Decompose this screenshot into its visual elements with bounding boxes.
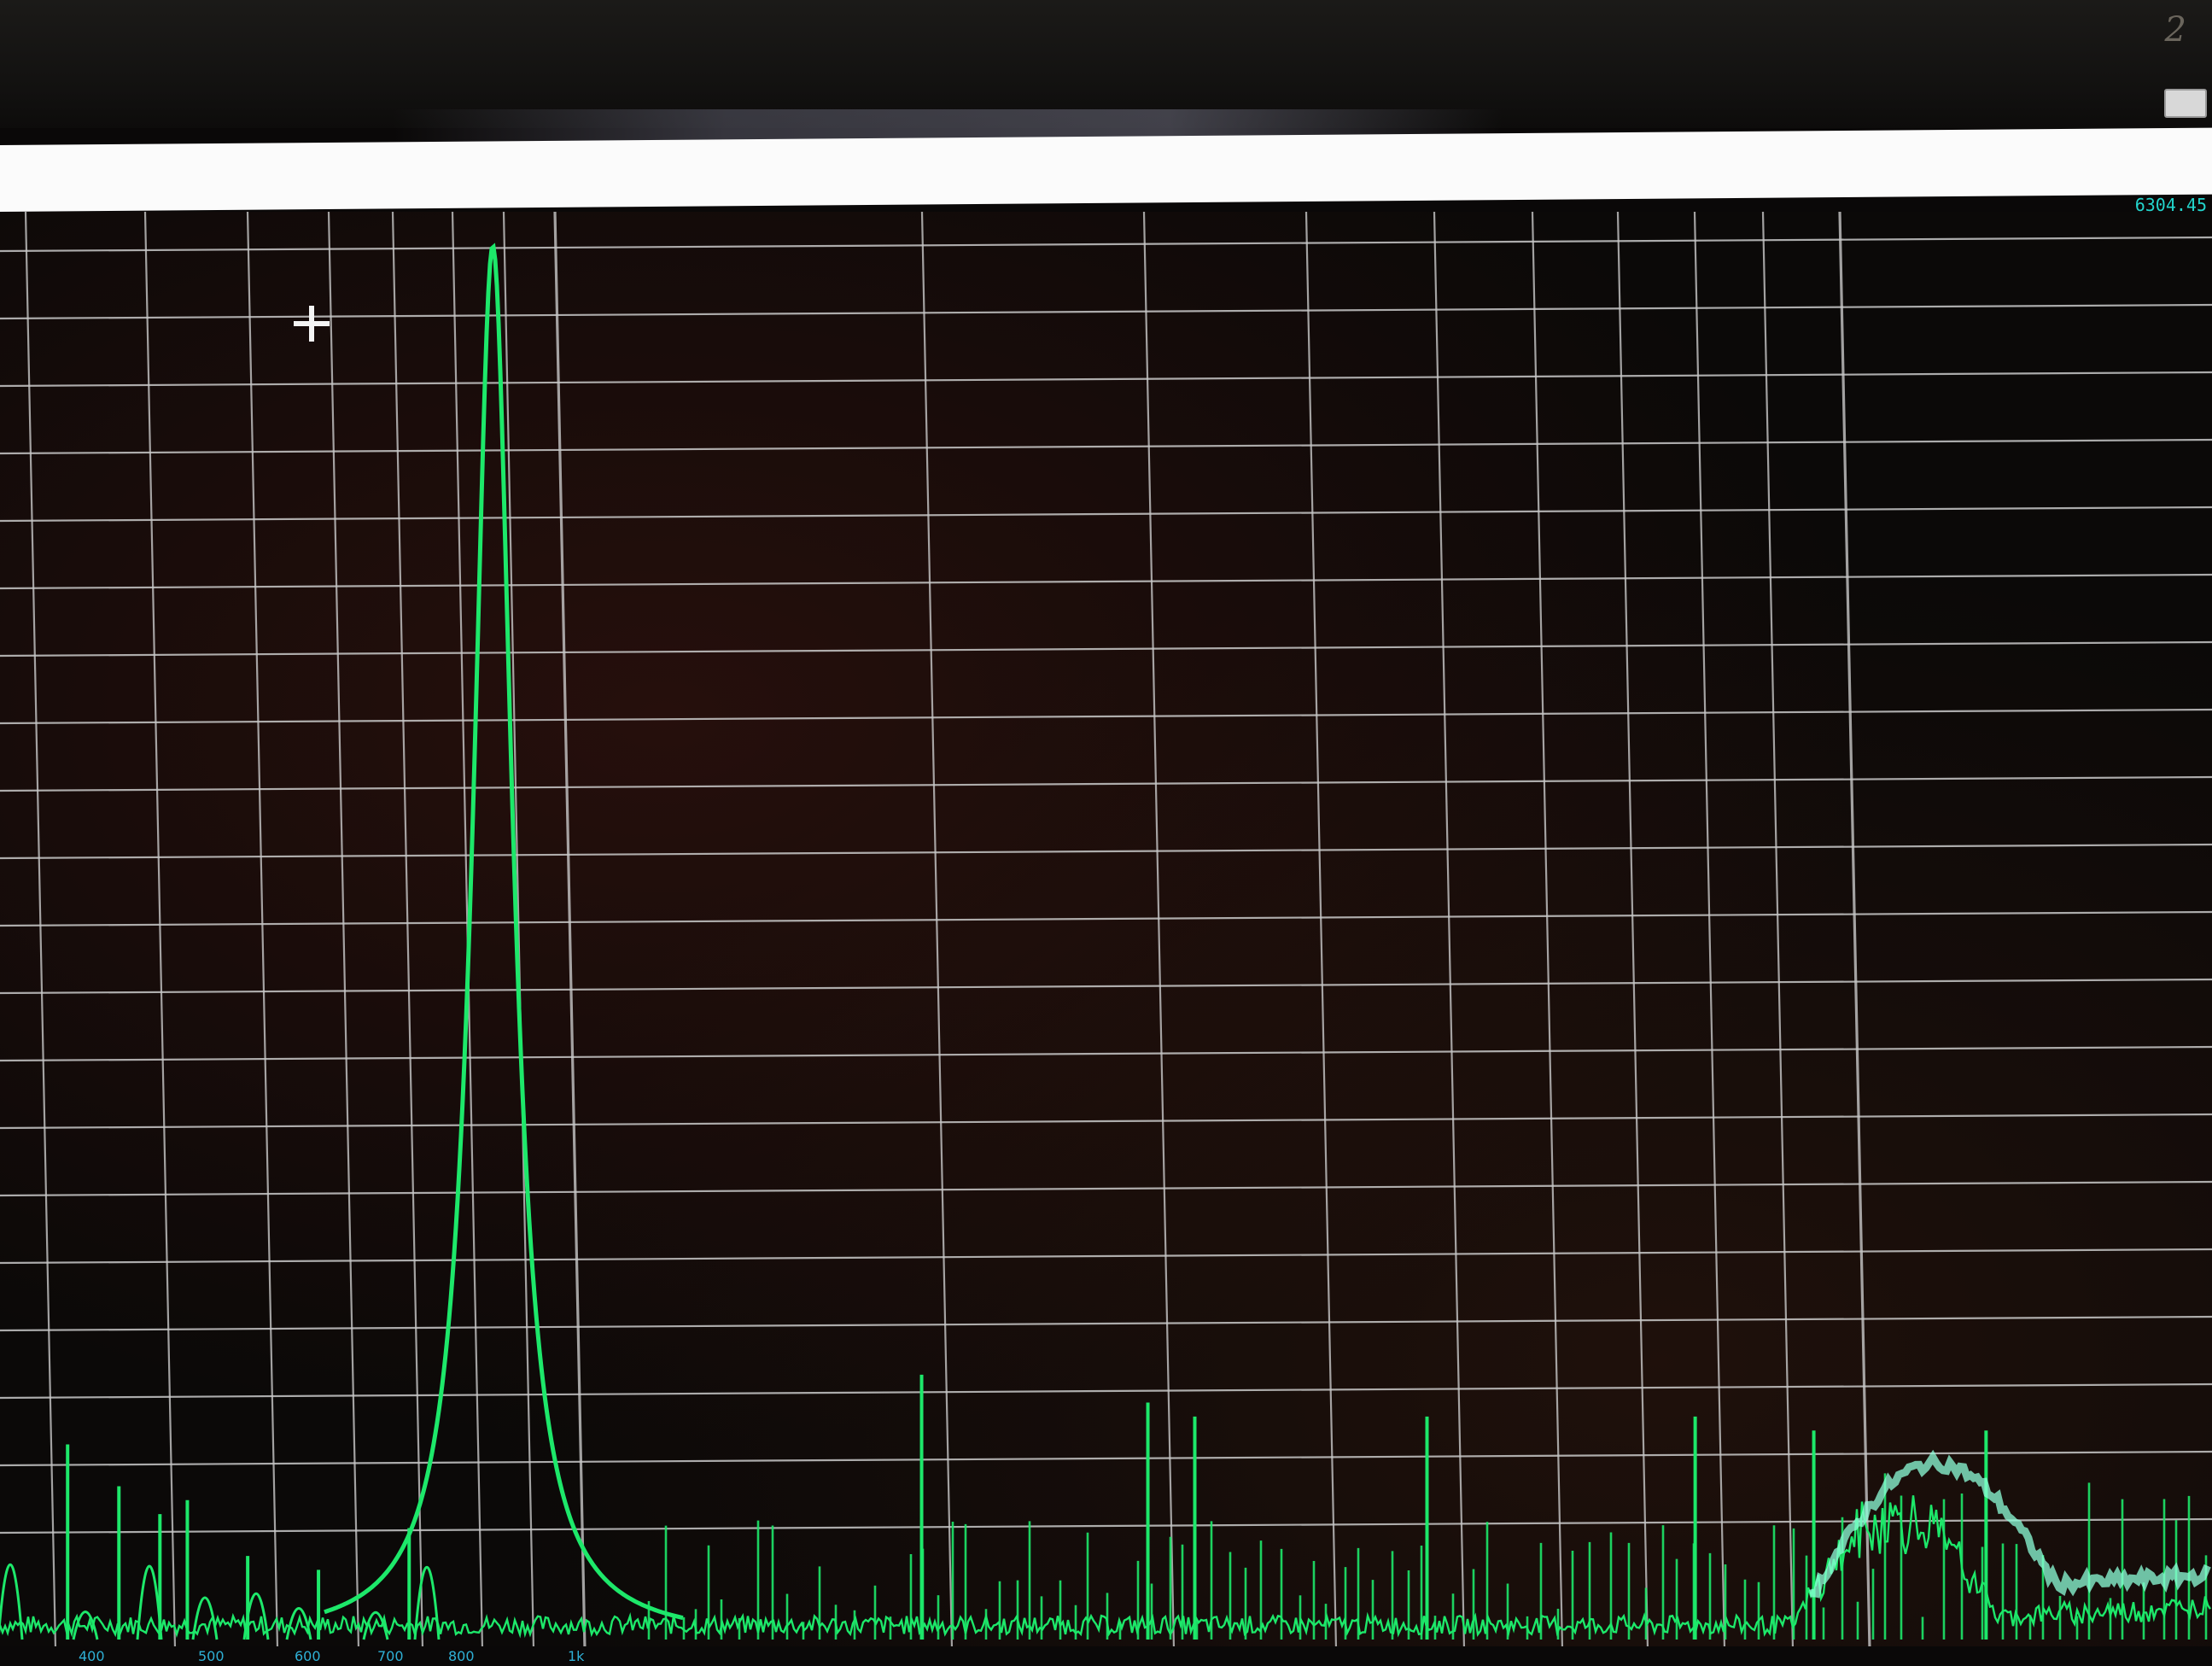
bezel-logo: 2 [2164,10,2186,50]
x-axis-strip [0,1646,2212,1666]
fundamental-peak [324,243,684,1621]
vertical-gridline [246,212,279,1649]
title-bar [0,127,2212,212]
vertical-gridline [391,212,424,1649]
vertical-gridline [1531,212,1564,1649]
horizontal-gridline [0,1113,2212,1130]
monitor-bezel: 2 [0,0,2212,143]
horizontal-gridline [0,1180,2212,1197]
window-button[interactable] [2164,89,2207,118]
x-tick-label: 800 [448,1648,475,1664]
noise-hump [1809,1449,2211,1599]
vertical-gridline [920,212,954,1649]
vertical-gridline [553,212,587,1649]
horizontal-gridlines [0,236,2212,1534]
x-tick-label: 400 [79,1648,105,1664]
horizontal-gridline [0,640,2212,658]
vertical-gridline [1304,212,1338,1649]
x-tick-label: 500 [198,1648,225,1664]
horizontal-gridline [0,1315,2212,1332]
spectrum-bump [285,1607,312,1640]
horizontal-gridline [0,1248,2212,1265]
x-tick-label: 1k [568,1648,585,1664]
spectrum-svg [0,212,2212,1649]
x-tick-label: 700 [377,1648,404,1664]
horizontal-gridline [0,978,2212,995]
vertical-gridline [1616,212,1649,1649]
horizontal-gridline [0,236,2212,253]
frequency-readout: 6304.45 [2134,195,2207,215]
vertical-gridline [1838,212,1871,1649]
horizontal-gridline [0,1045,2212,1062]
horizontal-gridline [0,1450,2212,1467]
crosshair-cursor-icon [294,306,330,342]
horizontal-gridline [0,506,2212,523]
vertical-gridline [1761,212,1795,1649]
vertical-gridline [1433,212,1466,1649]
noise-floor [0,1495,2212,1639]
vertical-gridline [24,212,57,1649]
spectrum-plot [0,212,2212,1649]
horizontal-gridline [0,438,2212,455]
vertical-gridline [327,212,360,1649]
horizontal-gridline [0,1382,2212,1400]
vertical-gridlines [24,212,1871,1649]
horizontal-gridline [0,708,2212,725]
spectrum-bump [413,1565,441,1640]
x-tick-label: 600 [295,1648,321,1664]
horizontal-gridline [0,573,2212,590]
vertical-gridline [502,212,535,1649]
vertical-gridline [1693,212,1726,1649]
horizontal-gridline [0,910,2212,927]
noise-trace [0,1495,2212,1639]
vertical-gridline [143,212,177,1649]
horizontal-gridline [0,775,2212,792]
horizontal-gridline [0,843,2212,860]
